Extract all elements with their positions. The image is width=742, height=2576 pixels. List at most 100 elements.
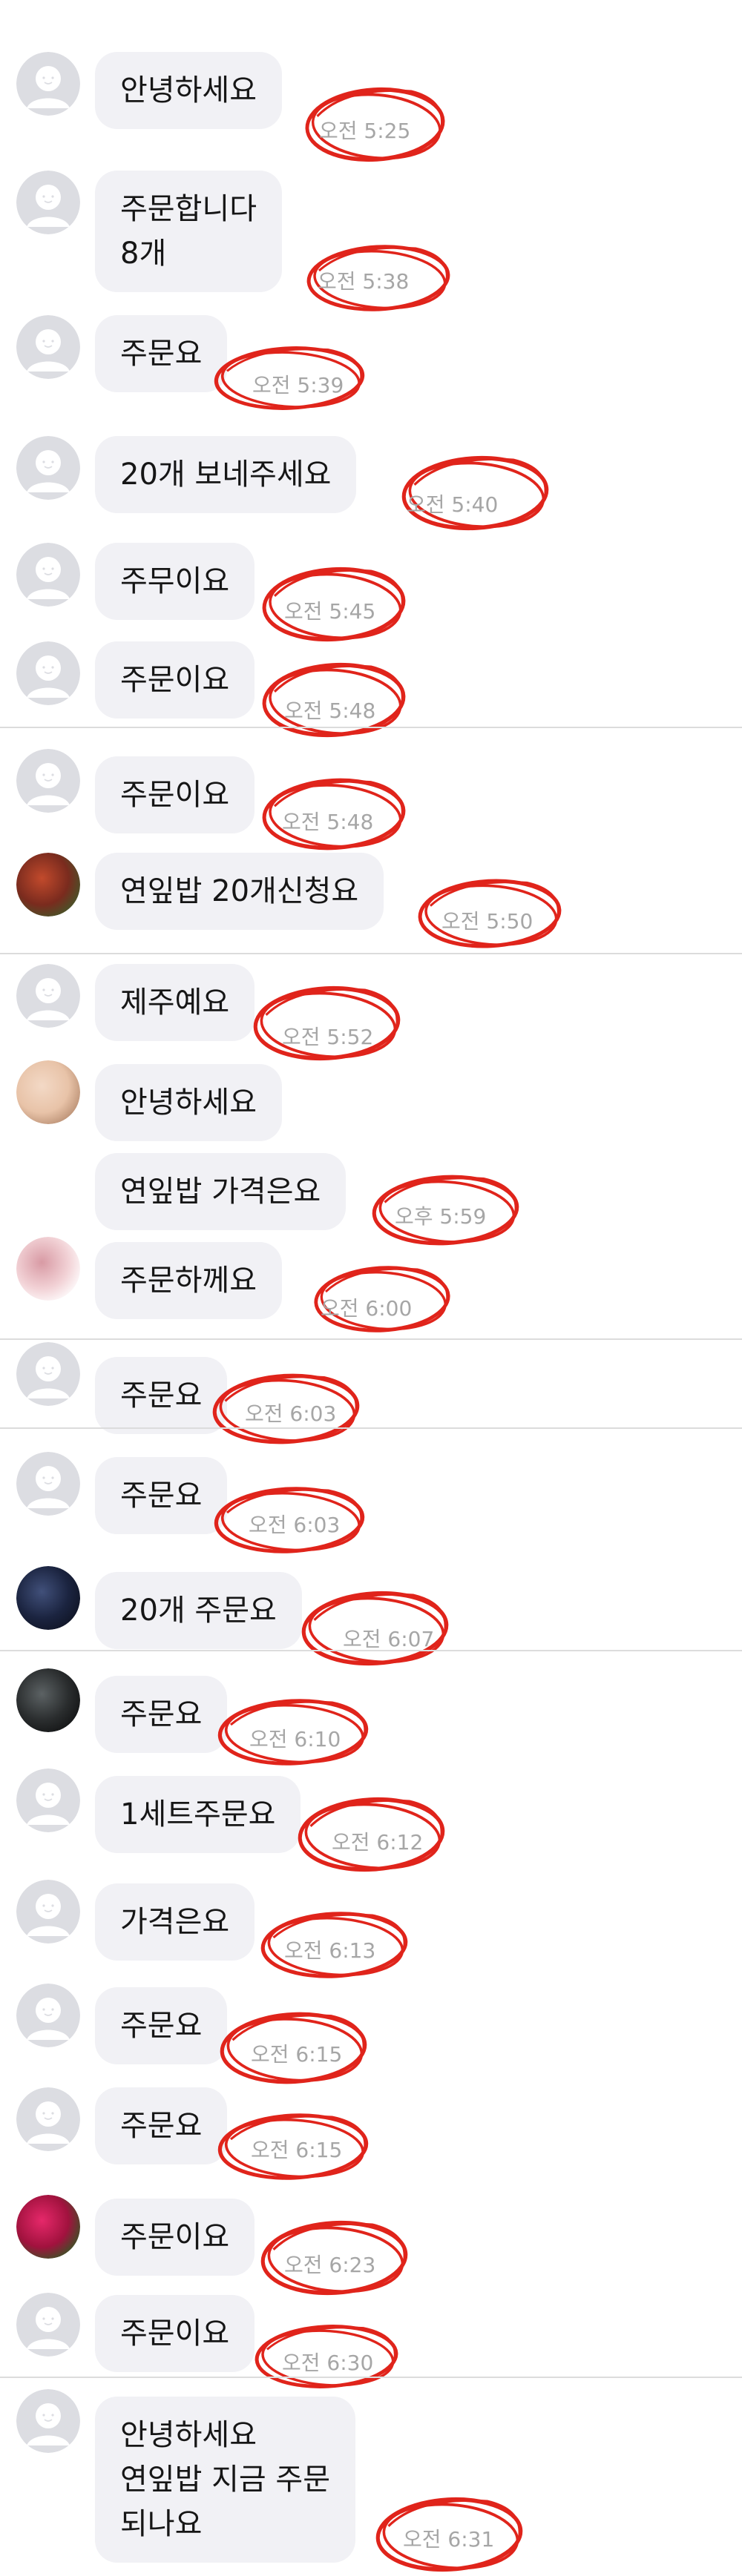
message-bubble[interactable]: 주문하께요 xyxy=(95,1242,282,1319)
message-timestamp: 오전 6:31 xyxy=(403,2527,495,2552)
default-avatar-icon[interactable] xyxy=(16,641,80,705)
message-timestamp: 오전 5:25 xyxy=(319,119,411,143)
default-avatar-icon[interactable] xyxy=(16,2293,80,2357)
character-photo-avatar[interactable] xyxy=(16,1237,80,1301)
message-timestamp: 오전 5:40 xyxy=(407,492,499,517)
message-bubble[interactable]: 주문요 xyxy=(95,1676,228,1753)
message-bubble[interactable]: 20개 보네주세요 xyxy=(95,436,357,513)
dark-photo-avatar[interactable] xyxy=(16,1668,80,1732)
screenshot-seam-divider xyxy=(0,953,742,954)
message-text: 안녕하세요 xyxy=(120,73,257,108)
screenshot-seam-divider xyxy=(0,1338,742,1340)
message-bubble[interactable]: 연잎밥 20개신청요 xyxy=(95,853,384,930)
default-avatar-icon[interactable] xyxy=(16,436,80,500)
message-text: 되나요 xyxy=(120,2507,203,2541)
default-avatar-icon[interactable] xyxy=(16,749,80,813)
message-bubble[interactable]: 가격은요 xyxy=(95,1883,255,1961)
message-text: 연잎밥 지금 주문 xyxy=(120,2463,331,2497)
message-text: 주문이요 xyxy=(120,2316,230,2351)
message-timestamp: 오전 6:10 xyxy=(249,1727,341,1751)
message-text: 1세트주문요 xyxy=(120,1797,276,1832)
message-bubble[interactable]: 주문합니다 8개 xyxy=(95,171,282,292)
message-text: 주문합니다 xyxy=(120,192,257,226)
message-timestamp: 오전 5:48 xyxy=(282,810,374,834)
message-bubble[interactable]: 제주예요 xyxy=(95,964,255,1041)
message-text: 주무이요 xyxy=(120,564,230,598)
message-text: 안녕하세요 xyxy=(120,1086,257,1120)
message-text: 가격은요 xyxy=(120,1905,230,1939)
flower-photo-avatar[interactable] xyxy=(16,853,80,917)
message-bubble[interactable]: 주문이요 xyxy=(95,641,255,719)
message-text: 20개 보네주세요 xyxy=(120,458,332,492)
message-bubble[interactable]: 연잎밥 가격은요 xyxy=(95,1153,347,1230)
message-text: 안녕하세요 xyxy=(120,2418,257,2452)
screenshot-seam-divider xyxy=(0,1650,742,1651)
message-timestamp: 오전 5:50 xyxy=(441,909,533,934)
message-bubble[interactable]: 주문요 xyxy=(95,1457,228,1534)
message-bubble[interactable]: 안녕하세요 xyxy=(95,1064,282,1141)
message-bubble[interactable]: 20개 주문요 xyxy=(95,1572,302,1649)
message-timestamp: 오전 6:30 xyxy=(282,2351,374,2375)
message-text: 주문이요 xyxy=(120,663,230,697)
message-bubble[interactable]: 주무이요 xyxy=(95,543,255,620)
message-bubble[interactable]: 안녕하세요 xyxy=(95,52,282,129)
message-timestamp: 오전 5:45 xyxy=(284,599,376,624)
screenshot-seam-divider xyxy=(0,2377,742,2378)
rose-photo-avatar[interactable] xyxy=(16,2195,80,2259)
message-text: 주문요 xyxy=(120,2109,203,2143)
default-avatar-icon[interactable] xyxy=(16,964,80,1028)
message-timestamp: 오전 5:38 xyxy=(318,269,410,294)
default-avatar-icon[interactable] xyxy=(16,543,80,607)
message-text: 20개 주문요 xyxy=(120,1594,277,1628)
default-avatar-icon[interactable] xyxy=(16,1452,80,1516)
message-timestamp: 오전 6:07 xyxy=(343,1627,435,1651)
screenshot-seam-divider xyxy=(0,727,742,728)
message-bubble[interactable]: 주문이요 xyxy=(95,2199,255,2276)
default-avatar-icon[interactable] xyxy=(16,1768,80,1832)
message-timestamp: 오전 6:23 xyxy=(284,2253,376,2277)
message-timestamp: 오전 6:03 xyxy=(245,1401,337,1426)
default-avatar-icon[interactable] xyxy=(16,1342,80,1406)
message-text: 주문요 xyxy=(120,1697,203,1731)
default-avatar-icon[interactable] xyxy=(16,1984,80,2047)
message-timestamp: 오전 5:52 xyxy=(282,1025,374,1049)
message-timestamp: 오전 5:39 xyxy=(252,373,344,397)
message-text: 주문이요 xyxy=(120,778,230,812)
chat-message-list: 안녕하세요 오전 5:25 주문합니다 8개 오전 5:38 주문요 오전 5:3… xyxy=(0,0,742,2572)
default-avatar-icon[interactable] xyxy=(16,52,80,116)
message-text: 연잎밥 20개신청요 xyxy=(120,874,359,908)
message-timestamp: 오전 6:00 xyxy=(321,1296,413,1321)
message-bubble[interactable]: 주문요 xyxy=(95,1987,228,2064)
message-bubble[interactable]: 주문요 xyxy=(95,1357,228,1434)
message-timestamp: 오전 6:12 xyxy=(332,1830,424,1855)
message-timestamp: 오후 5:59 xyxy=(395,1204,487,1229)
message-text: 제주예요 xyxy=(120,985,230,1020)
message-timestamp: 오전 6:15 xyxy=(251,2138,343,2162)
night-street-photo-avatar[interactable] xyxy=(16,1566,80,1630)
message-text: 주문이요 xyxy=(120,2220,230,2254)
message-bubble[interactable]: 주문요 xyxy=(95,315,228,392)
screenshot-seam-divider xyxy=(0,1427,742,1429)
default-avatar-icon[interactable] xyxy=(16,1880,80,1943)
message-text: 주문요 xyxy=(120,1378,203,1413)
message-text: 주문하께요 xyxy=(120,1264,257,1298)
message-text: 주문요 xyxy=(120,337,203,371)
message-timestamp: 오전 6:15 xyxy=(251,2042,343,2067)
default-avatar-icon[interactable] xyxy=(16,171,80,234)
message-timestamp: 오전 6:13 xyxy=(284,1938,376,1963)
message-text: 연잎밥 가격은요 xyxy=(120,1175,321,1209)
message-bubble[interactable]: 안녕하세요연잎밥 지금 주문되나요 xyxy=(95,2397,356,2563)
message-bubble[interactable]: 주문요 xyxy=(95,2087,228,2164)
default-avatar-icon[interactable] xyxy=(16,2087,80,2151)
baby-photo-avatar[interactable] xyxy=(16,1060,80,1124)
message-bubble[interactable]: 주문이요 xyxy=(95,2295,255,2372)
message-text: 8개 xyxy=(120,237,167,271)
default-avatar-icon[interactable] xyxy=(16,2389,80,2453)
message-text: 주문요 xyxy=(120,1479,203,1513)
default-avatar-icon[interactable] xyxy=(16,315,80,379)
message-timestamp: 오전 6:03 xyxy=(249,1513,341,1537)
message-bubble[interactable]: 주문이요 xyxy=(95,756,255,833)
message-bubble[interactable]: 1세트주문요 xyxy=(95,1776,301,1853)
message-timestamp: 오전 5:48 xyxy=(284,699,376,723)
message-text: 주문요 xyxy=(120,2009,203,2043)
